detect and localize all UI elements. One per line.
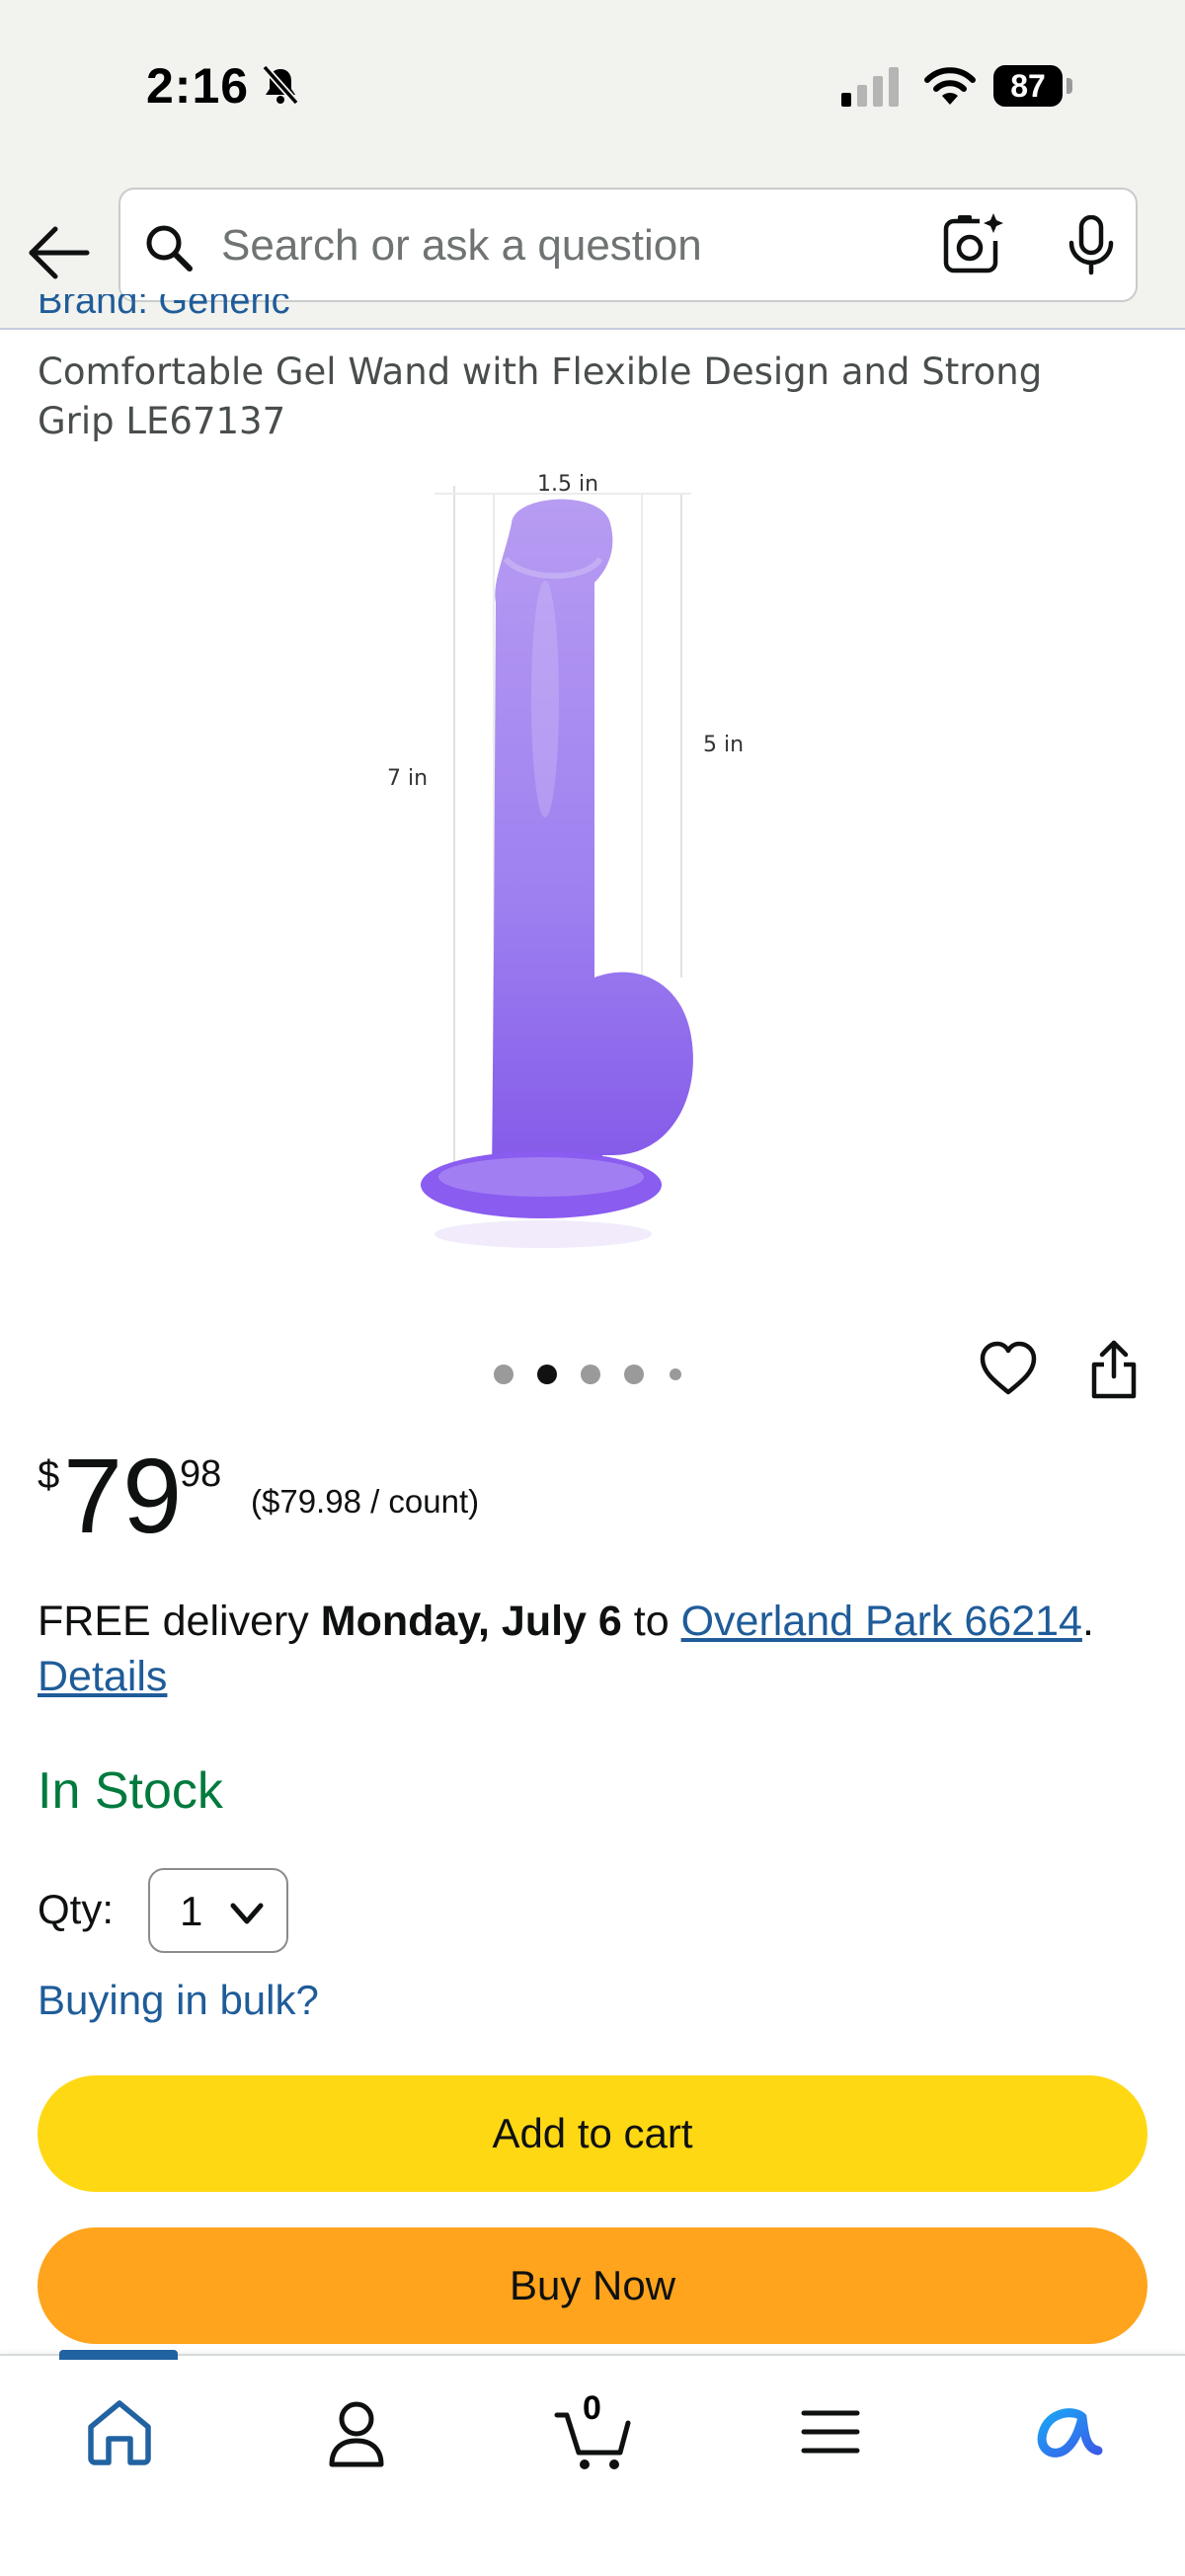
rufus-assistant-icon[interactable] bbox=[1021, 2387, 1110, 2476]
battery-icon: 87 bbox=[993, 65, 1074, 107]
carousel-dot[interactable] bbox=[494, 1365, 514, 1384]
camera-lens-icon[interactable] bbox=[940, 211, 1005, 276]
dimension-insertable-length: 5 in bbox=[703, 733, 745, 757]
menu-icon[interactable] bbox=[786, 2387, 875, 2476]
bottom-navigation: 0 bbox=[0, 2350, 1185, 2576]
back-arrow-icon[interactable] bbox=[24, 217, 95, 288]
delivery-prefix: FREE delivery bbox=[38, 1598, 309, 1645]
product-illustration bbox=[421, 486, 693, 1248]
delivery-to: to bbox=[633, 1598, 670, 1645]
search-icon bbox=[146, 225, 193, 272]
bell-slash-icon bbox=[262, 64, 299, 106]
add-to-cart-button[interactable]: Add to cart bbox=[38, 2075, 1147, 2192]
delivery-date: Monday, July 6 bbox=[320, 1598, 622, 1645]
chevron-down-icon bbox=[230, 1903, 264, 1924]
price-fraction: 98 bbox=[180, 1453, 222, 1495]
cart-count: 0 bbox=[583, 2389, 601, 2427]
brand-link[interactable]: Brand: Generic bbox=[38, 294, 290, 336]
dimension-width: 1.5 in bbox=[537, 472, 599, 497]
product-title: Comfortable Gel Wand with Flexible Desig… bbox=[38, 351, 1043, 442]
delivery-info: FREE delivery Monday, July 6 to Overland… bbox=[38, 1598, 1094, 1700]
price-symbol: $ bbox=[38, 1453, 60, 1497]
quantity-value: 1 bbox=[180, 1888, 203, 1934]
carousel-dot[interactable] bbox=[670, 1368, 681, 1380]
delivery-location-link[interactable]: Overland Park 66214 bbox=[681, 1598, 1082, 1645]
carousel-dot-active[interactable] bbox=[537, 1365, 557, 1384]
product-image[interactable]: 1.5 in 7 in 5 in bbox=[375, 464, 810, 1274]
account-icon[interactable] bbox=[312, 2387, 401, 2476]
carousel-dot[interactable] bbox=[624, 1365, 644, 1384]
quantity-label: Qty: bbox=[38, 1886, 115, 1932]
share-icon[interactable] bbox=[1086, 1339, 1142, 1402]
status-time: 2:16 bbox=[146, 58, 250, 114]
stock-status: In Stock bbox=[38, 1762, 223, 1820]
microphone-icon[interactable] bbox=[1066, 215, 1116, 276]
buying-in-bulk-link[interactable]: Buying in bulk? bbox=[38, 1977, 319, 2024]
cart-button[interactable]: 0 bbox=[549, 2387, 638, 2476]
search-placeholder: Search or ask a question bbox=[221, 221, 702, 270]
status-bar: 2:16 87 bbox=[0, 0, 1185, 178]
quantity-select[interactable]: 1 bbox=[148, 1868, 288, 1953]
wifi-icon bbox=[924, 67, 976, 105]
carousel-dot[interactable] bbox=[581, 1365, 600, 1384]
search-input[interactable]: Search or ask a question bbox=[118, 188, 1138, 302]
heart-icon[interactable] bbox=[978, 1339, 1039, 1400]
battery-level: 87 bbox=[993, 65, 1063, 107]
delivery-details-link[interactable]: Details bbox=[38, 1653, 167, 1700]
home-icon[interactable] bbox=[75, 2387, 164, 2476]
unit-price: ($79.98 / count) bbox=[251, 1483, 480, 1520]
dimension-total-length: 7 in bbox=[387, 766, 429, 791]
buy-now-button[interactable]: Buy Now bbox=[38, 2227, 1147, 2344]
price-whole: 79 bbox=[63, 1436, 183, 1555]
signal-icon bbox=[841, 67, 899, 107]
nav-active-indicator bbox=[59, 2350, 178, 2360]
